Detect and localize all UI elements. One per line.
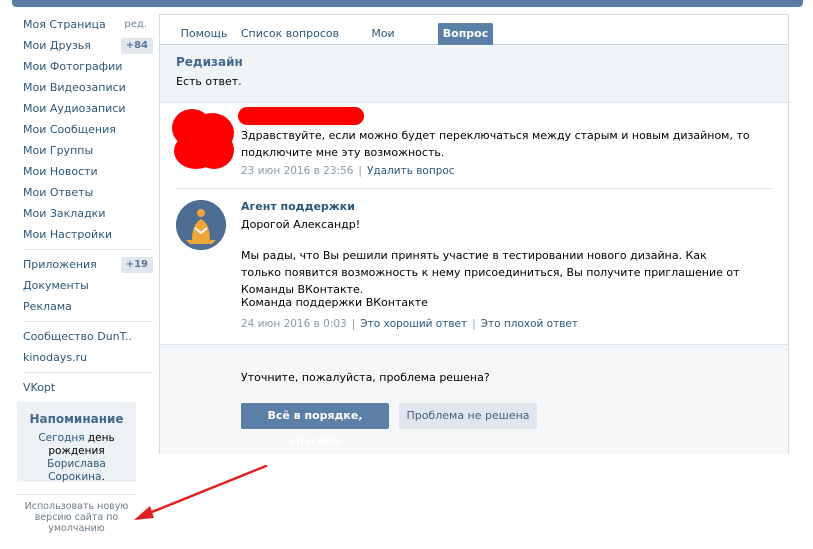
reminder-birthday: рождения (48, 445, 105, 457)
sidebar-item-label[interactable]: Мои Настройки (23, 228, 112, 241)
edit-link[interactable]: ред. (124, 14, 147, 35)
left-sidebar: Моя Страница ред. Мои Друзья +84 Мои Фот… (17, 14, 155, 398)
resolution-prompt: Уточните, пожалуйста, проблема решена? В… (160, 344, 788, 454)
sidebar-item-label[interactable]: Мои Закладки (23, 207, 105, 220)
sidebar-item-news[interactable]: Мои Новости (17, 161, 155, 182)
use-new-version-link[interactable]: Использовать новую версию сайта по умолч… (17, 494, 136, 534)
sidebar-divider (23, 372, 153, 373)
sidebar-item-audio[interactable]: Мои Аудиозаписи (17, 98, 155, 119)
sidebar-item-label[interactable]: Мои Фотографии (23, 60, 122, 73)
sidebar-item-label[interactable]: Мои Сообщения (23, 123, 116, 136)
sidebar-item-ads[interactable]: Реклама (17, 296, 155, 317)
resolved-ok-button[interactable]: Всё в порядке, спасибо (241, 403, 389, 448)
sidebar-item-groups[interactable]: Мои Группы (17, 140, 155, 161)
sidebar-item-label[interactable]: Моя Страница (23, 18, 106, 31)
sidebar-item-vkopt[interactable]: VKopt (17, 377, 155, 398)
sidebar-item-label[interactable]: Мои Видеозаписи (23, 81, 126, 94)
sidebar-item-label[interactable]: Мои Новости (23, 165, 98, 178)
delete-question-link[interactable]: Удалить вопрос (367, 165, 455, 177)
birthday-reminder: Напоминание Сегодня день рождения Борисл… (17, 402, 136, 484)
reminder-person-first[interactable]: Борислава (47, 458, 106, 470)
tab-bar: Помощь Список вопросов Мои вопросы Вопро… (160, 15, 788, 61)
user-message-text: Здравствуйте, если можно будет переключа… (241, 129, 750, 159)
sidebar-item-friends[interactable]: Мои Друзья +84 (17, 35, 155, 56)
sidebar-item-label[interactable]: Мои Друзья (23, 39, 91, 52)
agent-message: Агент поддержки Дорогой Александр! Мы ра… (160, 198, 788, 333)
redacted-username (238, 107, 364, 125)
sidebar-item-label[interactable]: Приложения (23, 258, 97, 271)
message-divider (176, 188, 772, 189)
sidebar-item-label[interactable]: Реклама (23, 300, 72, 313)
tab-help[interactable]: Помощь (170, 23, 238, 45)
friends-count-badge[interactable]: +84 (120, 38, 153, 54)
sidebar-item-apps[interactable]: Приложения +19 (17, 254, 155, 275)
resolution-question: Уточните, пожалуйста, проблема решена? (241, 371, 490, 384)
good-answer-link[interactable]: Это хороший ответ (360, 318, 467, 330)
sidebar-item-bookmarks[interactable]: Мои Закладки (17, 203, 155, 224)
sidebar-item-documents[interactable]: Документы (17, 275, 155, 296)
sidebar-divider (23, 249, 153, 250)
sidebar-item-kinodays[interactable]: kinodays.ru (17, 347, 155, 368)
question-title: Редизайн (176, 55, 243, 69)
agent-body: Мы рады, что Вы решили принять участие в… (241, 249, 740, 296)
reminder-person-last[interactable]: Сорокина (48, 471, 101, 483)
sidebar-item-label[interactable]: Мои Группы (23, 144, 93, 157)
agent-signature: Команда поддержки ВКонтакте (241, 296, 428, 309)
question-header: Редизайн Есть ответ. (160, 46, 788, 103)
reminder-text: Сегодня день рождения Борислава Сорокина… (17, 432, 136, 484)
agent-avatar[interactable] (176, 200, 226, 250)
agent-message-meta: 24 июн 2016 в 0:03 | Это хороший ответ | Это… (241, 318, 578, 330)
reminder-dot: . (101, 471, 105, 483)
sidebar-item-label[interactable]: Мои Аудиозаписи (23, 102, 126, 115)
sidebar-item-messages[interactable]: Мои Сообщения (17, 119, 155, 140)
redacted-avatar (168, 107, 238, 171)
top-header-bar (12, 0, 803, 7)
support-agent-icon (176, 200, 226, 250)
annotation-arrow-icon (134, 464, 268, 520)
reminder-today: Сегодня (38, 432, 85, 444)
user-message-date[interactable]: 23 июн 2016 в 23:56 (241, 165, 353, 177)
sidebar-item-my-page[interactable]: Моя Страница ред. (17, 14, 155, 35)
sidebar-item-community-dunt[interactable]: Сообщество DunT.. (17, 326, 155, 347)
sidebar-divider (23, 321, 153, 322)
tab-my-questions[interactable]: Мои вопросы (346, 23, 420, 61)
sidebar-item-label[interactable]: kinodays.ru (23, 351, 87, 364)
sidebar-item-photos[interactable]: Мои Фотографии (17, 56, 155, 77)
question-status: Есть ответ. (176, 75, 242, 88)
sidebar-item-label[interactable]: VKopt (23, 381, 55, 394)
apps-count-badge[interactable]: +19 (120, 257, 153, 273)
tab-question[interactable]: Вопрос (438, 23, 493, 45)
user-message: Здравствуйте, если можно будет переключа… (160, 107, 788, 187)
sidebar-item-label[interactable]: Сообщество DunT.. (23, 330, 132, 343)
bad-answer-link[interactable]: Это плохой ответ (481, 318, 578, 330)
sidebar-item-settings[interactable]: Мои Настройки (17, 224, 155, 245)
sidebar-item-label[interactable]: Документы (23, 279, 89, 292)
user-message-meta: 23 июн 2016 в 23:56 | Удалить вопрос (241, 165, 455, 177)
agent-author[interactable]: Агент поддержки (241, 200, 355, 213)
reminder-title: Напоминание (29, 412, 124, 426)
agent-message-date[interactable]: 24 июн 2016 в 0:03 (241, 318, 347, 330)
tab-question-list[interactable]: Список вопросов (240, 23, 340, 45)
agent-greeting: Дорогой Александр! (241, 218, 361, 231)
reminder-day: день (87, 432, 115, 444)
sidebar-item-answers[interactable]: Мои Ответы (17, 182, 155, 203)
not-resolved-button[interactable]: Проблема не решена (399, 403, 537, 429)
support-question-panel: Помощь Список вопросов Мои вопросы Вопро… (159, 14, 789, 454)
sidebar-item-label[interactable]: Мои Ответы (23, 186, 93, 199)
sidebar-item-videos[interactable]: Мои Видеозаписи (17, 77, 155, 98)
